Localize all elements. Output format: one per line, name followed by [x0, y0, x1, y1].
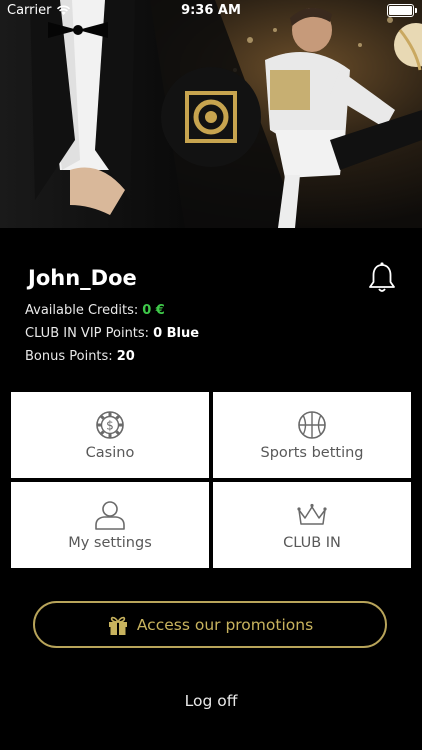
status-bar: Carrier 9:36 AM — [0, 0, 422, 22]
log-off-link[interactable]: Log off — [0, 692, 422, 710]
brand-logo — [161, 67, 261, 167]
profile-section: John_Doe Available Credits: 0 € CLUB IN V… — [0, 228, 422, 388]
bonus-points-value: 20 — [116, 349, 135, 364]
my-settings-label: My settings — [68, 535, 152, 551]
clock: 9:36 AM — [181, 3, 241, 18]
my-settings-tile[interactable]: My settings — [11, 482, 209, 568]
basketball-icon — [298, 411, 326, 439]
casino-label: Casino — [85, 445, 135, 461]
menu-grid: $ Casino Sports betting My settings CLUB… — [11, 392, 412, 568]
crown-icon — [297, 503, 327, 525]
username: John_Doe — [28, 266, 137, 290]
svg-text:$: $ — [106, 419, 114, 433]
club-in-label: CLUB IN — [283, 535, 341, 551]
bell-icon[interactable] — [365, 261, 399, 295]
promotions-button[interactable]: Access our promotions — [33, 601, 387, 648]
credits-row: Available Credits: 0 € — [25, 303, 165, 318]
club-in-tile[interactable]: CLUB IN — [213, 482, 411, 568]
gift-icon — [108, 616, 127, 635]
casino-chip-icon: $ — [96, 411, 124, 439]
vip-points-value: 0 Blue — [153, 326, 200, 341]
vip-points-label: CLUB IN VIP Points: — [25, 326, 150, 341]
sports-betting-tile[interactable]: Sports betting — [213, 392, 411, 478]
user-icon — [95, 501, 125, 530]
sports-betting-label: Sports betting — [260, 445, 364, 461]
casino-tile[interactable]: $ Casino — [11, 392, 209, 478]
credits-label: Available Credits: — [25, 303, 139, 318]
logo-icon — [185, 91, 237, 143]
promotions-label: Access our promotions — [136, 615, 314, 634]
bonus-points-row: Bonus Points: 20 — [25, 349, 135, 364]
vip-points-row: CLUB IN VIP Points: 0 Blue — [25, 326, 199, 341]
battery-icon — [387, 4, 417, 17]
bonus-points-label: Bonus Points: — [25, 349, 113, 364]
credits-value: 0 € — [142, 303, 165, 318]
